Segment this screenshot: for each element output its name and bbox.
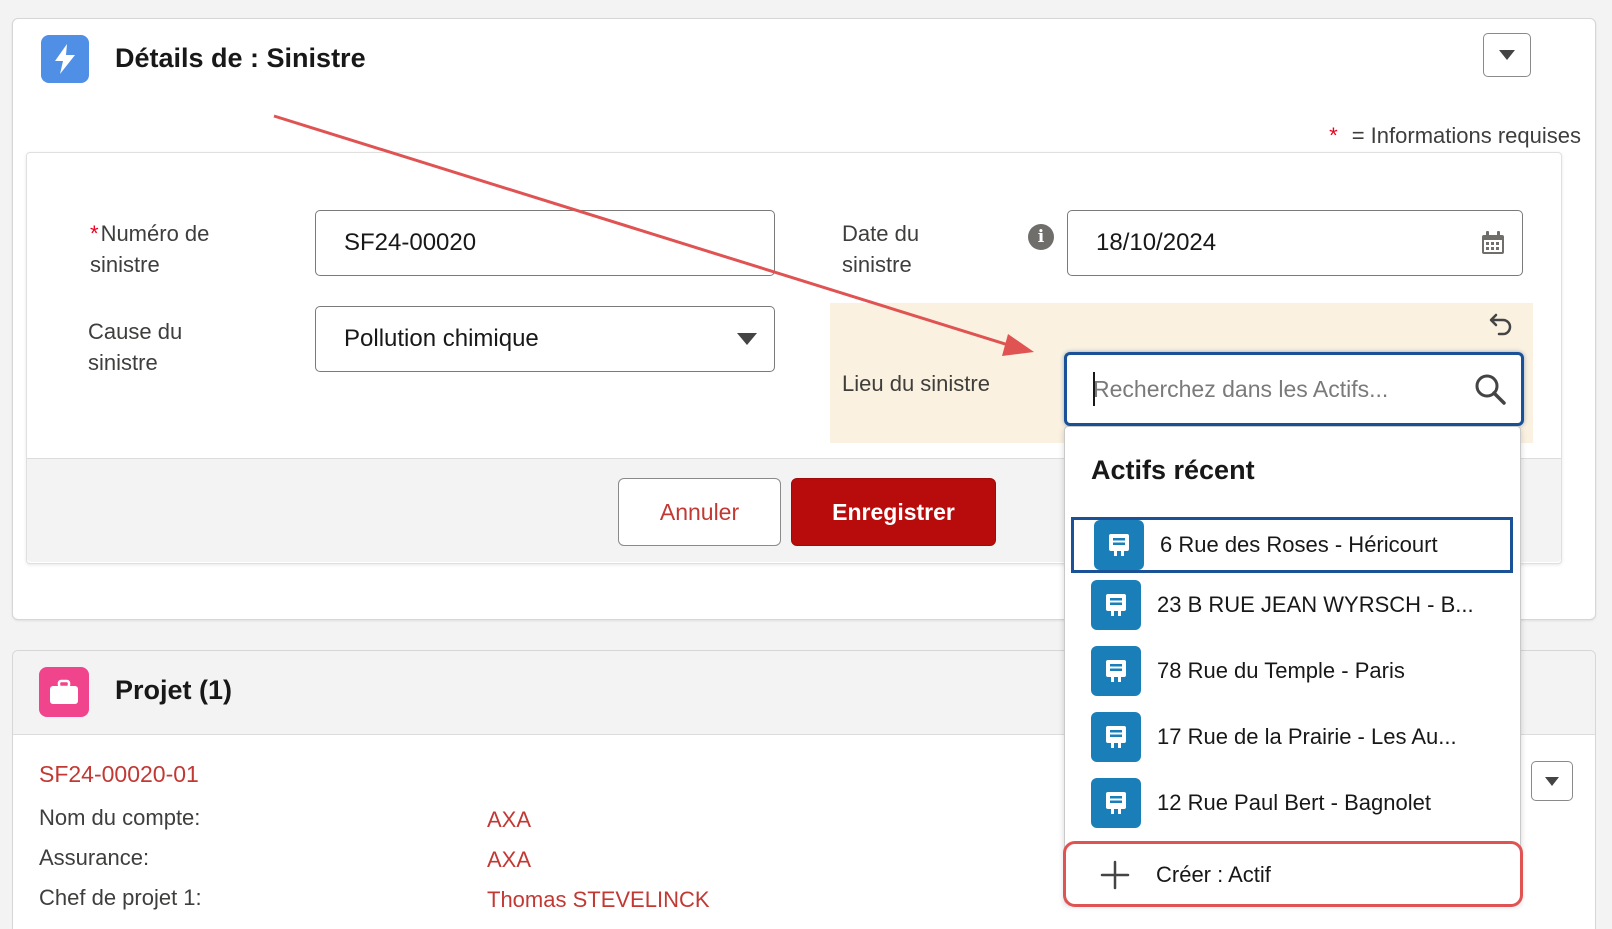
info-icon[interactable]: i bbox=[1028, 224, 1054, 250]
lookup-dropdown: Actifs récent 6 Rue des Roses - Héricour… bbox=[1063, 426, 1523, 907]
required-star: * bbox=[90, 221, 99, 246]
row-menu-button[interactable] bbox=[1531, 761, 1573, 801]
asset-icon bbox=[1091, 646, 1141, 696]
lieu-placeholder: Recherchez dans les Actifs... bbox=[1093, 375, 1389, 402]
numero-input[interactable]: SF24-00020 bbox=[315, 210, 775, 276]
cause-value: Pollution chimique bbox=[344, 325, 539, 352]
card-menu-button[interactable] bbox=[1483, 33, 1531, 77]
date-value: 18/10/2024 bbox=[1096, 229, 1217, 256]
date-label-line2: sinistre bbox=[842, 252, 912, 277]
create-asset-label: Créer : Actif bbox=[1156, 862, 1271, 887]
date-label-line1: Date du bbox=[842, 221, 920, 246]
date-input[interactable]: 18/10/2024 bbox=[1067, 210, 1523, 276]
required-legend: * = Informations requises bbox=[1329, 123, 1581, 149]
lightning-bolt-icon bbox=[41, 35, 89, 83]
required-star: * bbox=[1329, 123, 1338, 148]
undo-icon[interactable] bbox=[1487, 309, 1515, 342]
dropdown-caret-icon bbox=[736, 332, 758, 346]
cause-label: Cause du sinistre bbox=[88, 316, 182, 378]
cause-label-line1: Cause du bbox=[88, 319, 183, 344]
asset-icon bbox=[1091, 712, 1141, 762]
calendar-icon[interactable] bbox=[1480, 230, 1506, 256]
insurance-value[interactable]: AXA bbox=[487, 847, 531, 873]
cause-label-line2: sinistre bbox=[88, 350, 158, 375]
project-manager-value[interactable]: Thomas STEVELINCK bbox=[487, 887, 710, 913]
lieu-label: Lieu du sinistre bbox=[842, 371, 990, 396]
project-record-link[interactable]: SF24-00020-01 bbox=[39, 761, 199, 788]
dropdown-item-label: 6 Rue des Roses - Héricourt bbox=[1160, 532, 1438, 557]
text-caret bbox=[1093, 372, 1095, 406]
required-note-text: = Informations requises bbox=[1351, 123, 1581, 148]
asset-icon bbox=[1094, 520, 1144, 570]
cause-select[interactable]: Pollution chimique bbox=[315, 306, 775, 372]
plus-icon bbox=[1100, 860, 1130, 895]
account-name-label: Nom du compte: bbox=[39, 805, 201, 830]
briefcase-icon bbox=[39, 667, 89, 717]
dropdown-item-label: 23 B RUE JEAN WYRSCH - B... bbox=[1157, 592, 1474, 617]
dropdown-item-label: 17 Rue de la Prairie - Les Au... bbox=[1157, 724, 1457, 749]
lieu-search-input[interactable]: Recherchez dans les Actifs... bbox=[1064, 352, 1524, 426]
dropdown-item[interactable]: 17 Rue de la Prairie - Les Au... bbox=[1071, 709, 1513, 765]
numero-label-line2: sinistre bbox=[90, 252, 160, 277]
create-asset-option[interactable]: Créer : Actif bbox=[1063, 841, 1523, 907]
search-icon bbox=[1473, 372, 1507, 411]
dropdown-header: Actifs récent bbox=[1091, 455, 1255, 485]
chevron-down-icon bbox=[1545, 776, 1559, 786]
cancel-button[interactable]: Annuler bbox=[618, 478, 781, 546]
project-card-title: Projet (1) bbox=[115, 675, 233, 705]
account-name-value[interactable]: AXA bbox=[487, 807, 531, 833]
insurance-label: Assurance: bbox=[39, 845, 150, 870]
card-title: Détails de : Sinistre bbox=[115, 43, 366, 73]
dropdown-item-label: 78 Rue du Temple - Paris bbox=[1157, 658, 1405, 683]
dropdown-item[interactable]: 78 Rue du Temple - Paris bbox=[1071, 643, 1513, 699]
numero-value: SF24-00020 bbox=[344, 229, 477, 256]
asset-icon bbox=[1091, 778, 1141, 828]
dropdown-item[interactable]: 6 Rue des Roses - Héricourt bbox=[1071, 517, 1513, 573]
dropdown-item[interactable]: 12 Rue Paul Bert - Bagnolet bbox=[1071, 775, 1513, 831]
dropdown-item[interactable]: 23 B RUE JEAN WYRSCH - B... bbox=[1071, 577, 1513, 633]
save-button[interactable]: Enregistrer bbox=[791, 478, 996, 546]
dropdown-item-label: 12 Rue Paul Bert - Bagnolet bbox=[1157, 790, 1431, 815]
chevron-down-icon bbox=[1499, 50, 1515, 60]
numero-label-line1: Numéro de bbox=[100, 221, 210, 246]
date-label: Date du sinistre bbox=[842, 218, 919, 280]
project-manager-label: Chef de projet 1: bbox=[39, 885, 202, 910]
numero-label: *Numéro de sinistre bbox=[90, 218, 209, 280]
asset-icon bbox=[1091, 580, 1141, 630]
